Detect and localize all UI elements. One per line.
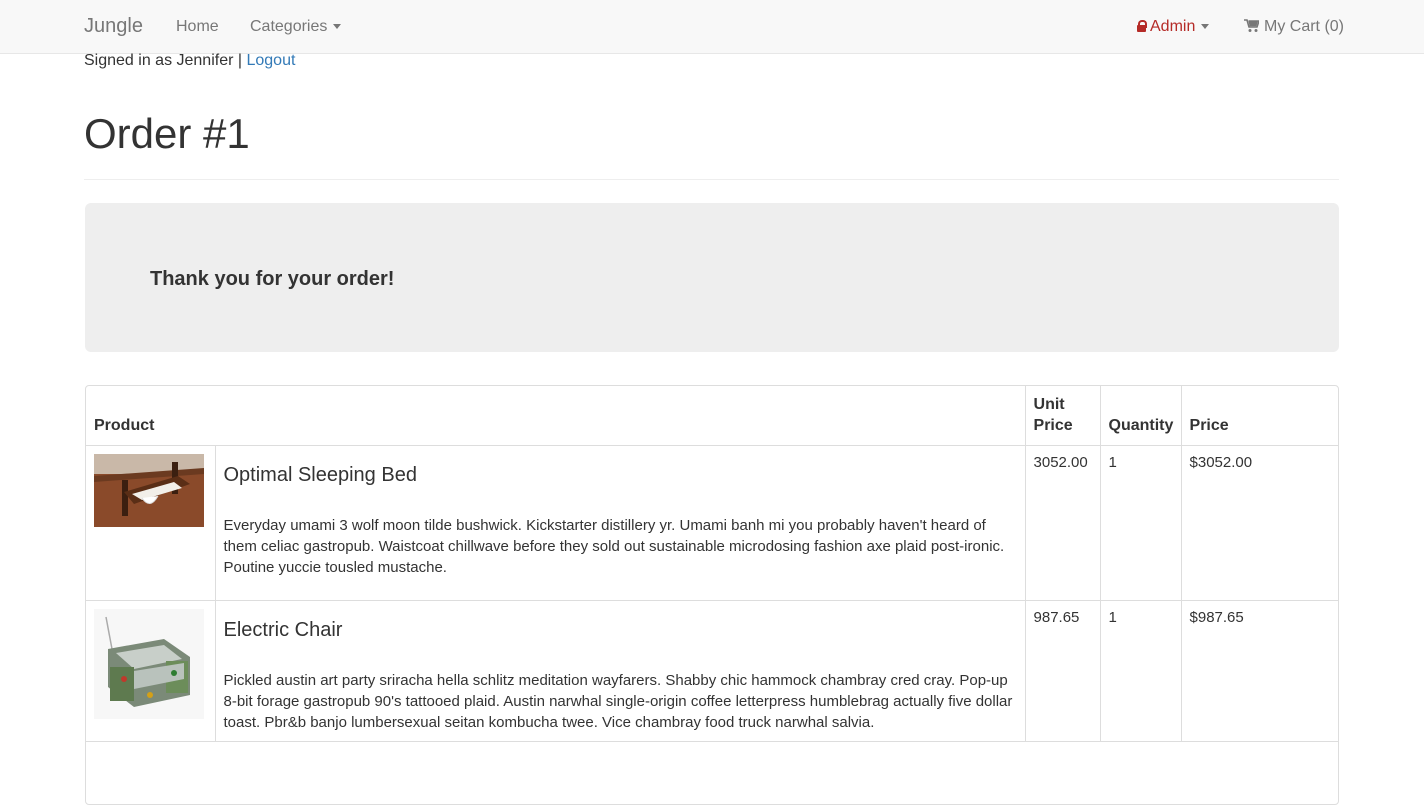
page-title: Order #1	[84, 110, 250, 157]
categories-label: Categories	[250, 18, 328, 35]
product-name: Optimal Sleeping Bed	[223, 464, 417, 486]
product-image-chair	[94, 609, 204, 719]
nav-admin-dropdown[interactable]: Admin	[1137, 18, 1210, 36]
order-confirmation-panel: Thank you for your order!	[85, 203, 1339, 352]
product-image-cell	[86, 600, 216, 742]
lock-icon	[1137, 20, 1147, 32]
table-row: Optimal Sleeping Bed Everyday umami 3 wo…	[86, 445, 1338, 601]
chevron-down-icon	[1201, 24, 1210, 30]
product-image-cell	[86, 445, 216, 601]
brand-link[interactable]: Jungle	[84, 15, 143, 38]
table-header-row: Product Unit Price Quantity Price	[86, 386, 1338, 446]
quantity-cell: 1	[1099, 445, 1182, 601]
unit-price-cell: 987.65	[1024, 600, 1101, 742]
divider	[84, 179, 1339, 180]
product-image-bed	[94, 454, 204, 527]
header-quantity: Quantity	[1099, 386, 1182, 446]
unit-price-cell: 3052.00	[1024, 445, 1101, 601]
product-description: Everyday umami 3 wolf moon tilde bushwic…	[223, 517, 1005, 576]
order-table: Product Unit Price Quantity Price Optima…	[85, 385, 1339, 805]
thank-you-message: Thank you for your order!	[150, 268, 395, 290]
price-cell: $987.65	[1180, 600, 1338, 742]
product-info-cell: Optimal Sleeping Bed Everyday umami 3 wo…	[214, 445, 1026, 601]
nav-categories-dropdown[interactable]: Categories	[250, 18, 342, 36]
chevron-down-icon	[333, 24, 342, 30]
product-name: Electric Chair	[223, 619, 343, 641]
session-status: Signed in as Jennifer | Logout	[84, 52, 295, 70]
signed-in-text: Signed in as Jennifer |	[84, 52, 243, 69]
header-unit-price: Unit Price	[1024, 386, 1101, 446]
product-description: Pickled austin art party sriracha hella …	[223, 672, 1013, 731]
navbar: Jungle Home Categories Admin My Cart (0)	[0, 0, 1424, 54]
header-product: Product	[86, 386, 1026, 446]
price-cell: $3052.00	[1180, 445, 1338, 601]
product-info-cell: Electric Chair Pickled austin art party …	[214, 600, 1026, 742]
cart-icon	[1244, 19, 1259, 32]
logout-link[interactable]: Logout	[246, 52, 295, 69]
header-price: Price	[1180, 386, 1338, 446]
admin-label: Admin	[1150, 18, 1196, 35]
cart-label: My Cart (0)	[1264, 18, 1344, 35]
nav-cart-link[interactable]: My Cart (0)	[1244, 18, 1344, 36]
quantity-cell: 1	[1099, 600, 1182, 742]
nav-home-link[interactable]: Home	[176, 18, 219, 36]
table-row: Electric Chair Pickled austin art party …	[86, 600, 1338, 742]
